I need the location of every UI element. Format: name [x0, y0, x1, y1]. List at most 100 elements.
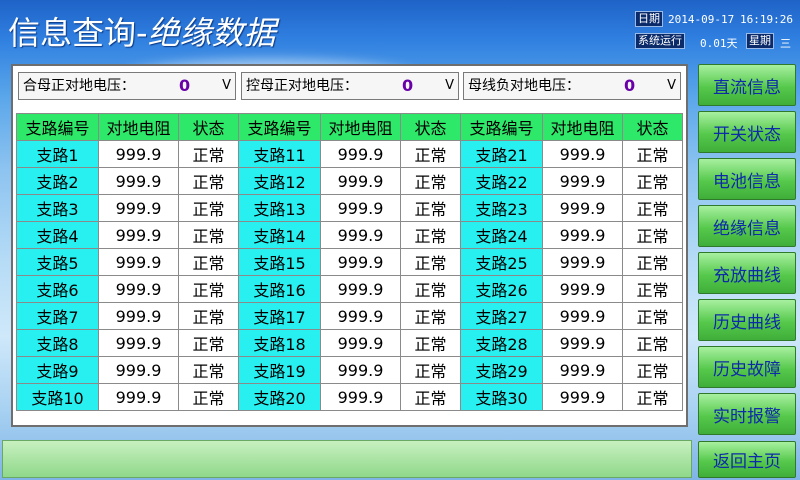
branch-id-cell: 支路5 [16, 248, 99, 276]
branch-id-cell: 支路15 [238, 248, 321, 276]
column-header: 支路编号 [16, 113, 99, 141]
branch-id-cell: 支路18 [238, 329, 321, 357]
status-cell: 正常 [400, 329, 461, 357]
column-header: 对地电阻 [98, 113, 179, 141]
voltage-label: 控母正对地电压： [246, 78, 358, 94]
nav-history-fault-button[interactable]: 历史故障 [698, 346, 796, 388]
resistance-cell: 999.9 [542, 302, 623, 330]
status-cell: 正常 [178, 302, 239, 330]
insulation-table: 支路编号 对地电阻 状态 支路编号 对地电阻 状态 支路编号 对地电阻 状态 支… [16, 113, 683, 411]
table-row: 支路1 999.9 正常 支路11 999.9 正常 支路21 999.9 正常 [16, 140, 683, 168]
resistance-cell: 999.9 [542, 167, 623, 195]
status-cell: 正常 [622, 275, 683, 303]
branch-id-cell: 支路29 [460, 356, 543, 384]
resistance-cell: 999.9 [98, 248, 179, 276]
page-title: 信息查询-绝缘数据 [8, 8, 276, 54]
status-cell: 正常 [400, 140, 461, 168]
run-value: 0.01天 [700, 37, 738, 50]
voltage-unit: V [445, 78, 454, 93]
resistance-cell: 999.9 [542, 329, 623, 357]
table-row: 支路7 999.9 正常 支路17 999.9 正常 支路27 999.9 正常 [16, 302, 683, 330]
home-button[interactable]: 返回主页 [698, 441, 796, 478]
time-value: 16:19:26 [740, 13, 793, 26]
branch-id-cell: 支路8 [16, 329, 99, 357]
resistance-cell: 999.9 [320, 383, 401, 411]
table-row: 支路9 999.9 正常 支路19 999.9 正常 支路29 999.9 正常 [16, 356, 683, 384]
status-cell: 正常 [400, 194, 461, 222]
status-cell: 正常 [178, 194, 239, 222]
branch-id-cell: 支路22 [460, 167, 543, 195]
nav-realtime-alarm-button[interactable]: 实时报警 [698, 393, 796, 435]
branch-id-cell: 支路20 [238, 383, 321, 411]
status-cell: 正常 [622, 383, 683, 411]
column-header: 支路编号 [238, 113, 321, 141]
branch-id-cell: 支路14 [238, 221, 321, 249]
status-cell: 正常 [622, 194, 683, 222]
status-cell: 正常 [622, 302, 683, 330]
voltage-value: 0 [179, 76, 191, 95]
resistance-cell: 999.9 [542, 248, 623, 276]
voltage-box-combined-positive: 合母正对地电压： 0 V [18, 72, 236, 100]
resistance-cell: 999.9 [98, 221, 179, 249]
voltage-box-control-positive: 控母正对地电压： 0 V [241, 72, 459, 100]
status-cell: 正常 [178, 356, 239, 384]
resistance-cell: 999.9 [320, 302, 401, 330]
status-cell: 正常 [622, 248, 683, 276]
status-cell: 正常 [400, 167, 461, 195]
branch-id-cell: 支路16 [238, 275, 321, 303]
nav-history-curve-button[interactable]: 历史曲线 [698, 299, 796, 341]
table-header-row: 支路编号 对地电阻 状态 支路编号 对地电阻 状态 支路编号 对地电阻 状态 [16, 113, 683, 141]
column-header: 状态 [400, 113, 461, 141]
resistance-cell: 999.9 [542, 356, 623, 384]
nav-charge-curve-button[interactable]: 充放曲线 [698, 252, 796, 294]
resistance-cell: 999.9 [320, 194, 401, 222]
page-title-main: 信息查询- [8, 14, 148, 52]
branch-id-cell: 支路30 [460, 383, 543, 411]
resistance-cell: 999.9 [542, 275, 623, 303]
status-cell: 正常 [400, 221, 461, 249]
voltage-value: 0 [624, 76, 636, 95]
branch-id-cell: 支路10 [16, 383, 99, 411]
branch-id-cell: 支路2 [16, 167, 99, 195]
status-cell: 正常 [178, 329, 239, 357]
branch-id-cell: 支路3 [16, 194, 99, 222]
resistance-cell: 999.9 [98, 383, 179, 411]
nav-switch-status-button[interactable]: 开关状态 [698, 111, 796, 153]
table-row: 支路3 999.9 正常 支路13 999.9 正常 支路23 999.9 正常 [16, 194, 683, 222]
branch-id-cell: 支路21 [460, 140, 543, 168]
status-cell: 正常 [400, 356, 461, 384]
branch-id-cell: 支路9 [16, 356, 99, 384]
status-cell: 正常 [178, 140, 239, 168]
status-cell: 正常 [178, 167, 239, 195]
status-cell: 正常 [622, 356, 683, 384]
branch-id-cell: 支路26 [460, 275, 543, 303]
branch-id-cell: 支路24 [460, 221, 543, 249]
nav-insulation-info-button[interactable]: 绝缘信息 [698, 205, 796, 247]
table-row: 支路10 999.9 正常 支路20 999.9 正常 支路30 999.9 正常 [16, 383, 683, 411]
resistance-cell: 999.9 [98, 194, 179, 222]
column-header: 支路编号 [460, 113, 543, 141]
branch-id-cell: 支路19 [238, 356, 321, 384]
page-title-sub: 绝缘数据 [147, 14, 276, 52]
voltage-unit: V [222, 78, 231, 93]
resistance-cell: 999.9 [98, 302, 179, 330]
resistance-cell: 999.9 [542, 194, 623, 222]
status-cell: 正常 [622, 167, 683, 195]
nav-battery-info-button[interactable]: 电池信息 [698, 158, 796, 200]
run-tag: 系统运行 [635, 33, 685, 49]
branch-id-cell: 支路4 [16, 221, 99, 249]
column-header: 状态 [622, 113, 683, 141]
column-header: 对地电阻 [320, 113, 401, 141]
week-tag: 星期 [746, 33, 774, 49]
voltage-label: 母线负对地电压： [468, 78, 580, 94]
branch-id-cell: 支路7 [16, 302, 99, 330]
branch-id-cell: 支路11 [238, 140, 321, 168]
voltage-value: 0 [402, 76, 414, 95]
table-row: 支路5 999.9 正常 支路15 999.9 正常 支路25 999.9 正常 [16, 248, 683, 276]
branch-id-cell: 支路13 [238, 194, 321, 222]
nav-dc-info-button[interactable]: 直流信息 [698, 64, 796, 106]
table-row: 支路4 999.9 正常 支路14 999.9 正常 支路24 999.9 正常 [16, 221, 683, 249]
branch-id-cell: 支路1 [16, 140, 99, 168]
status-cell: 正常 [400, 248, 461, 276]
week-value: 三 [780, 37, 791, 50]
